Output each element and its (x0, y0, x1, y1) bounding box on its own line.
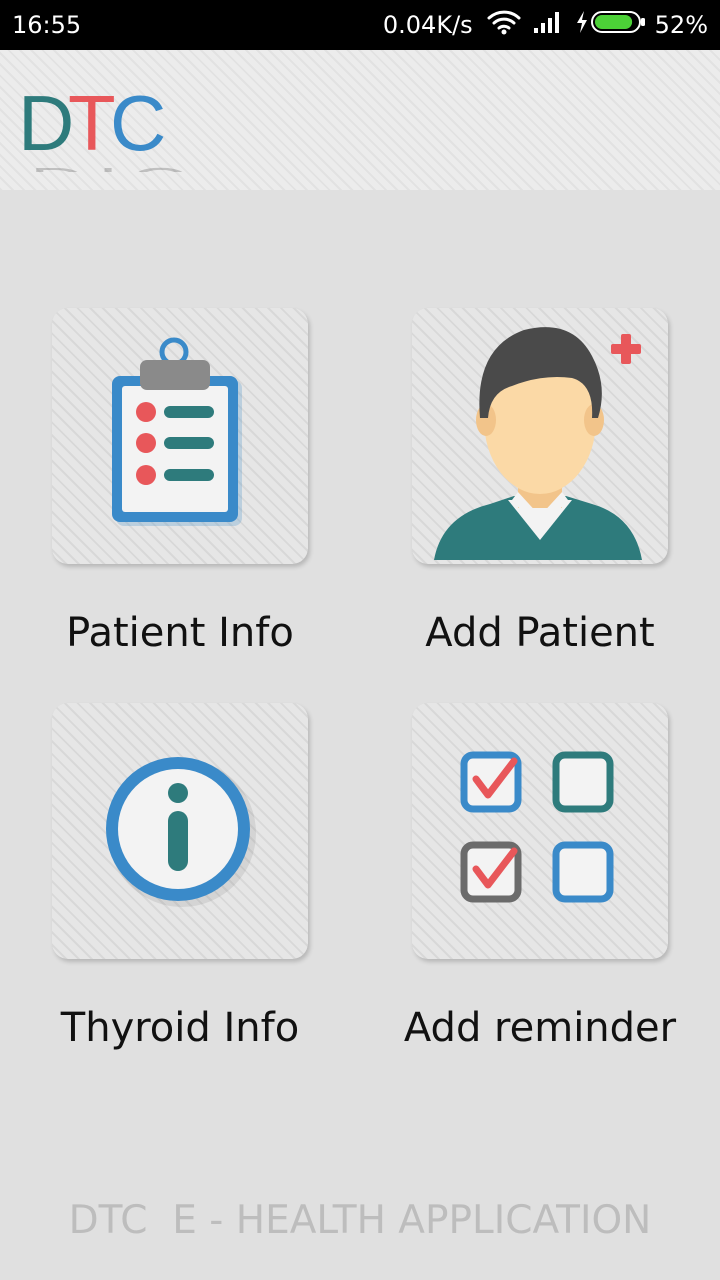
svg-text:T: T (68, 82, 116, 167)
footer-app-name: DTC E - HEALTH APPLICATION (68, 1198, 652, 1243)
add-user-avatar-icon (434, 327, 642, 560)
thyroid-info-tile[interactable] (52, 703, 308, 959)
info-circle-icon (106, 757, 256, 907)
patient-info-tile[interactable] (52, 308, 308, 564)
wifi-icon (487, 9, 521, 41)
status-time: 16:55 (12, 11, 82, 39)
checkbox-grid-icon (460, 751, 614, 903)
thyroid-info-label: Thyroid Info (60, 1005, 300, 1051)
add-reminder-label: Add reminder (403, 1005, 677, 1051)
battery-icon (590, 10, 647, 40)
svg-text:D: D (18, 82, 74, 167)
app-header: DTC D T C (0, 50, 720, 192)
patient-info-label: Patient Info (66, 610, 294, 656)
signal-icon (533, 10, 563, 40)
add-patient-label: Add Patient (425, 610, 655, 656)
status-indicators: 0.04K/s 52% (383, 0, 708, 50)
add-patient-tile[interactable] (412, 308, 668, 564)
dtc-logo: DTC D T C (18, 79, 188, 192)
svg-text:C: C (110, 82, 166, 167)
battery-percent: 52% (654, 11, 708, 39)
add-reminder-tile[interactable] (412, 703, 668, 959)
charging-icon (575, 10, 589, 40)
status-bar: 16:55 0.04K/s 52% (0, 0, 720, 50)
network-speed: 0.04K/s (382, 11, 473, 39)
clipboard-list-icon (112, 337, 242, 526)
